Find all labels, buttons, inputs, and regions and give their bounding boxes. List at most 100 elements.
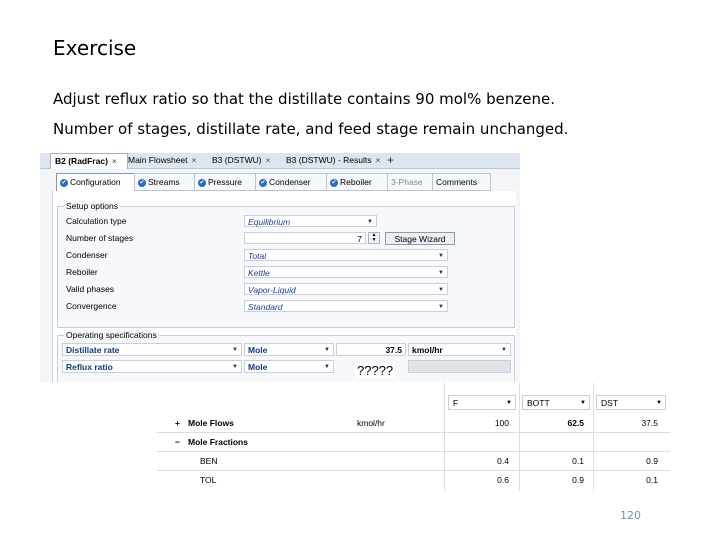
- dropdown-arrow-icon: ▼: [438, 287, 444, 293]
- slide-title: Exercise: [53, 36, 137, 60]
- check-icon: ✔: [138, 178, 146, 187]
- check-icon: ✔: [259, 178, 267, 187]
- tab-comments[interactable]: Comments: [432, 173, 491, 191]
- tab-b3-dstwu[interactable]: B3 (DSTWU) ×: [208, 153, 284, 168]
- collapse-icon[interactable]: −: [175, 433, 180, 451]
- valid-phases-label: Valid phases: [66, 284, 115, 294]
- close-icon[interactable]: ×: [192, 155, 197, 165]
- tab-label: Pressure: [208, 177, 243, 187]
- spec1-value-input[interactable]: 37.5: [336, 343, 406, 356]
- tab-label: Main Flowsheet: [128, 155, 188, 165]
- tab-label: 3-Phase: [391, 177, 423, 187]
- spec1-select[interactable]: Distillate rate ▼: [62, 343, 242, 356]
- configuration-form: Setup options Calculation type Equilibri…: [52, 191, 516, 382]
- dropdown-arrow-icon: ▼: [232, 364, 238, 370]
- close-icon[interactable]: ×: [266, 155, 271, 165]
- dropdown-arrow-icon: ▼: [580, 400, 586, 406]
- unknown-reflux-ratio: ?????: [355, 363, 396, 378]
- close-icon[interactable]: ×: [375, 155, 380, 165]
- spec1-unit-select[interactable]: kmol/hr ▼: [408, 343, 511, 356]
- check-icon: ✔: [330, 178, 338, 187]
- dropdown-arrow-icon: ▼: [501, 347, 507, 353]
- cell-value: 0.6: [497, 475, 509, 485]
- spec2-unit-select: [408, 360, 511, 373]
- dropdown-arrow-icon: ▼: [438, 270, 444, 276]
- stream-results-table: F ▼ BOTT ▼ DST ▼ + Mole Flows kmol/hr 100 6…: [157, 383, 670, 491]
- form-tab-bar: ✔ Configuration ✔ Streams ✔ Pressure ✔ Conde…: [52, 173, 520, 192]
- tab-pressure[interactable]: ✔ Pressure: [194, 173, 257, 191]
- reboiler-label: Reboiler: [66, 267, 98, 277]
- instruction-line-1: Adjust reflux ratio so that the distilla…: [53, 90, 555, 108]
- select-value: Mole: [248, 345, 268, 355]
- table-row-mole-flows: + Mole Flows kmol/hr 100 62.5 37.5: [157, 414, 670, 433]
- dropdown-arrow-icon: ▼: [506, 400, 512, 406]
- table-row-ben: BEN 0.4 0.1 0.9: [157, 452, 670, 471]
- calc-type-label: Calculation type: [66, 216, 127, 226]
- tab-b3-dstwu-results[interactable]: B3 (DSTWU) - Results ×: [282, 153, 388, 168]
- cell-value: 0.9: [646, 456, 658, 466]
- tab-3-phase[interactable]: 3-Phase: [387, 173, 434, 191]
- spec2-select[interactable]: Reflux ratio ▼: [62, 360, 242, 373]
- close-icon[interactable]: ×: [112, 156, 117, 166]
- stream-select-bott[interactable]: BOTT ▼: [522, 395, 590, 410]
- select-value: F: [453, 398, 459, 408]
- condenser-select[interactable]: Total ▼: [244, 249, 448, 261]
- select-value: BOTT: [527, 398, 550, 408]
- dropdown-arrow-icon: ▼: [367, 219, 373, 225]
- num-stages-label: Number of stages: [66, 233, 134, 243]
- tab-reboiler[interactable]: ✔ Reboiler: [326, 173, 389, 191]
- valid-phases-select[interactable]: Vapor-Liquid ▼: [244, 283, 448, 295]
- cell-value: 100: [494, 418, 509, 428]
- group-title: Operating specifications: [64, 330, 159, 340]
- stepper-icon[interactable]: ▲ ▼: [368, 232, 380, 244]
- dropdown-arrow-icon: ▼: [438, 253, 444, 259]
- check-icon: ✔: [198, 178, 206, 187]
- tab-main-flowsheet[interactable]: Main Flowsheet ×: [124, 153, 210, 168]
- spec2-basis-select[interactable]: Mole ▼: [244, 360, 334, 373]
- tab-label: Streams: [148, 177, 180, 187]
- tab-label: Reboiler: [340, 177, 372, 187]
- expand-icon[interactable]: +: [175, 414, 180, 432]
- row-unit: kmol/hr: [357, 418, 385, 428]
- stream-select-dst[interactable]: DST ▼: [596, 395, 666, 410]
- stream-select-f[interactable]: F ▼: [448, 395, 516, 410]
- spec1-basis-select[interactable]: Mole ▼: [244, 343, 334, 356]
- table-row-tol: TOL 0.6 0.9 0.1: [157, 471, 670, 489]
- select-value: Mole: [248, 362, 268, 372]
- tab-label: Configuration: [70, 177, 121, 187]
- num-stages-input[interactable]: 7: [244, 232, 366, 244]
- dropdown-arrow-icon: ▼: [438, 304, 444, 310]
- select-value: Kettle: [248, 268, 270, 278]
- tab-label: Comments: [436, 177, 478, 187]
- select-value: Vapor-Liquid: [248, 285, 296, 295]
- tab-label: B2 (RadFrac): [55, 156, 108, 166]
- tab-b2-radfrac[interactable]: B2 (RadFrac) ×: [50, 153, 128, 169]
- select-value: Standard: [248, 302, 283, 312]
- setup-options-group: Setup options Calculation type Equilibri…: [57, 201, 515, 328]
- dropdown-arrow-icon: ▼: [232, 347, 238, 353]
- tab-configuration[interactable]: ✔ Configuration: [56, 173, 136, 192]
- instruction-line-2: Number of stages, distillate rate, and f…: [53, 120, 569, 138]
- convergence-label: Convergence: [66, 301, 117, 311]
- select-value: Reflux ratio: [66, 362, 113, 372]
- tab-streams[interactable]: ✔ Streams: [134, 173, 196, 191]
- calc-type-select[interactable]: Equilibrium ▼: [244, 215, 377, 227]
- tab-condenser[interactable]: ✔ Condenser: [255, 173, 328, 191]
- tab-label: Condenser: [269, 177, 311, 187]
- stage-wizard-button[interactable]: Stage Wizard: [385, 232, 455, 245]
- document-tab-bar: B2 (RadFrac) × Main Flowsheet × B3 (DSTWU)…: [40, 153, 520, 169]
- reboiler-select[interactable]: Kettle ▼: [244, 266, 448, 278]
- select-value: DST: [601, 398, 618, 408]
- select-value: kmol/hr: [412, 345, 443, 355]
- select-value: Distillate rate: [66, 345, 120, 355]
- row-label: TOL: [200, 475, 217, 485]
- add-tab-icon[interactable]: +: [387, 153, 394, 167]
- tab-label: B3 (DSTWU) - Results: [286, 155, 372, 165]
- radfrac-window: B2 (RadFrac) × Main Flowsheet × B3 (DSTWU)…: [40, 153, 520, 382]
- cell-value: 37.5: [641, 418, 658, 428]
- cell-value: 0.1: [646, 475, 658, 485]
- dropdown-arrow-icon: ▼: [324, 364, 330, 370]
- condenser-label: Condenser: [66, 250, 108, 260]
- convergence-select[interactable]: Standard ▼: [244, 300, 448, 312]
- tab-label: B3 (DSTWU): [212, 155, 262, 165]
